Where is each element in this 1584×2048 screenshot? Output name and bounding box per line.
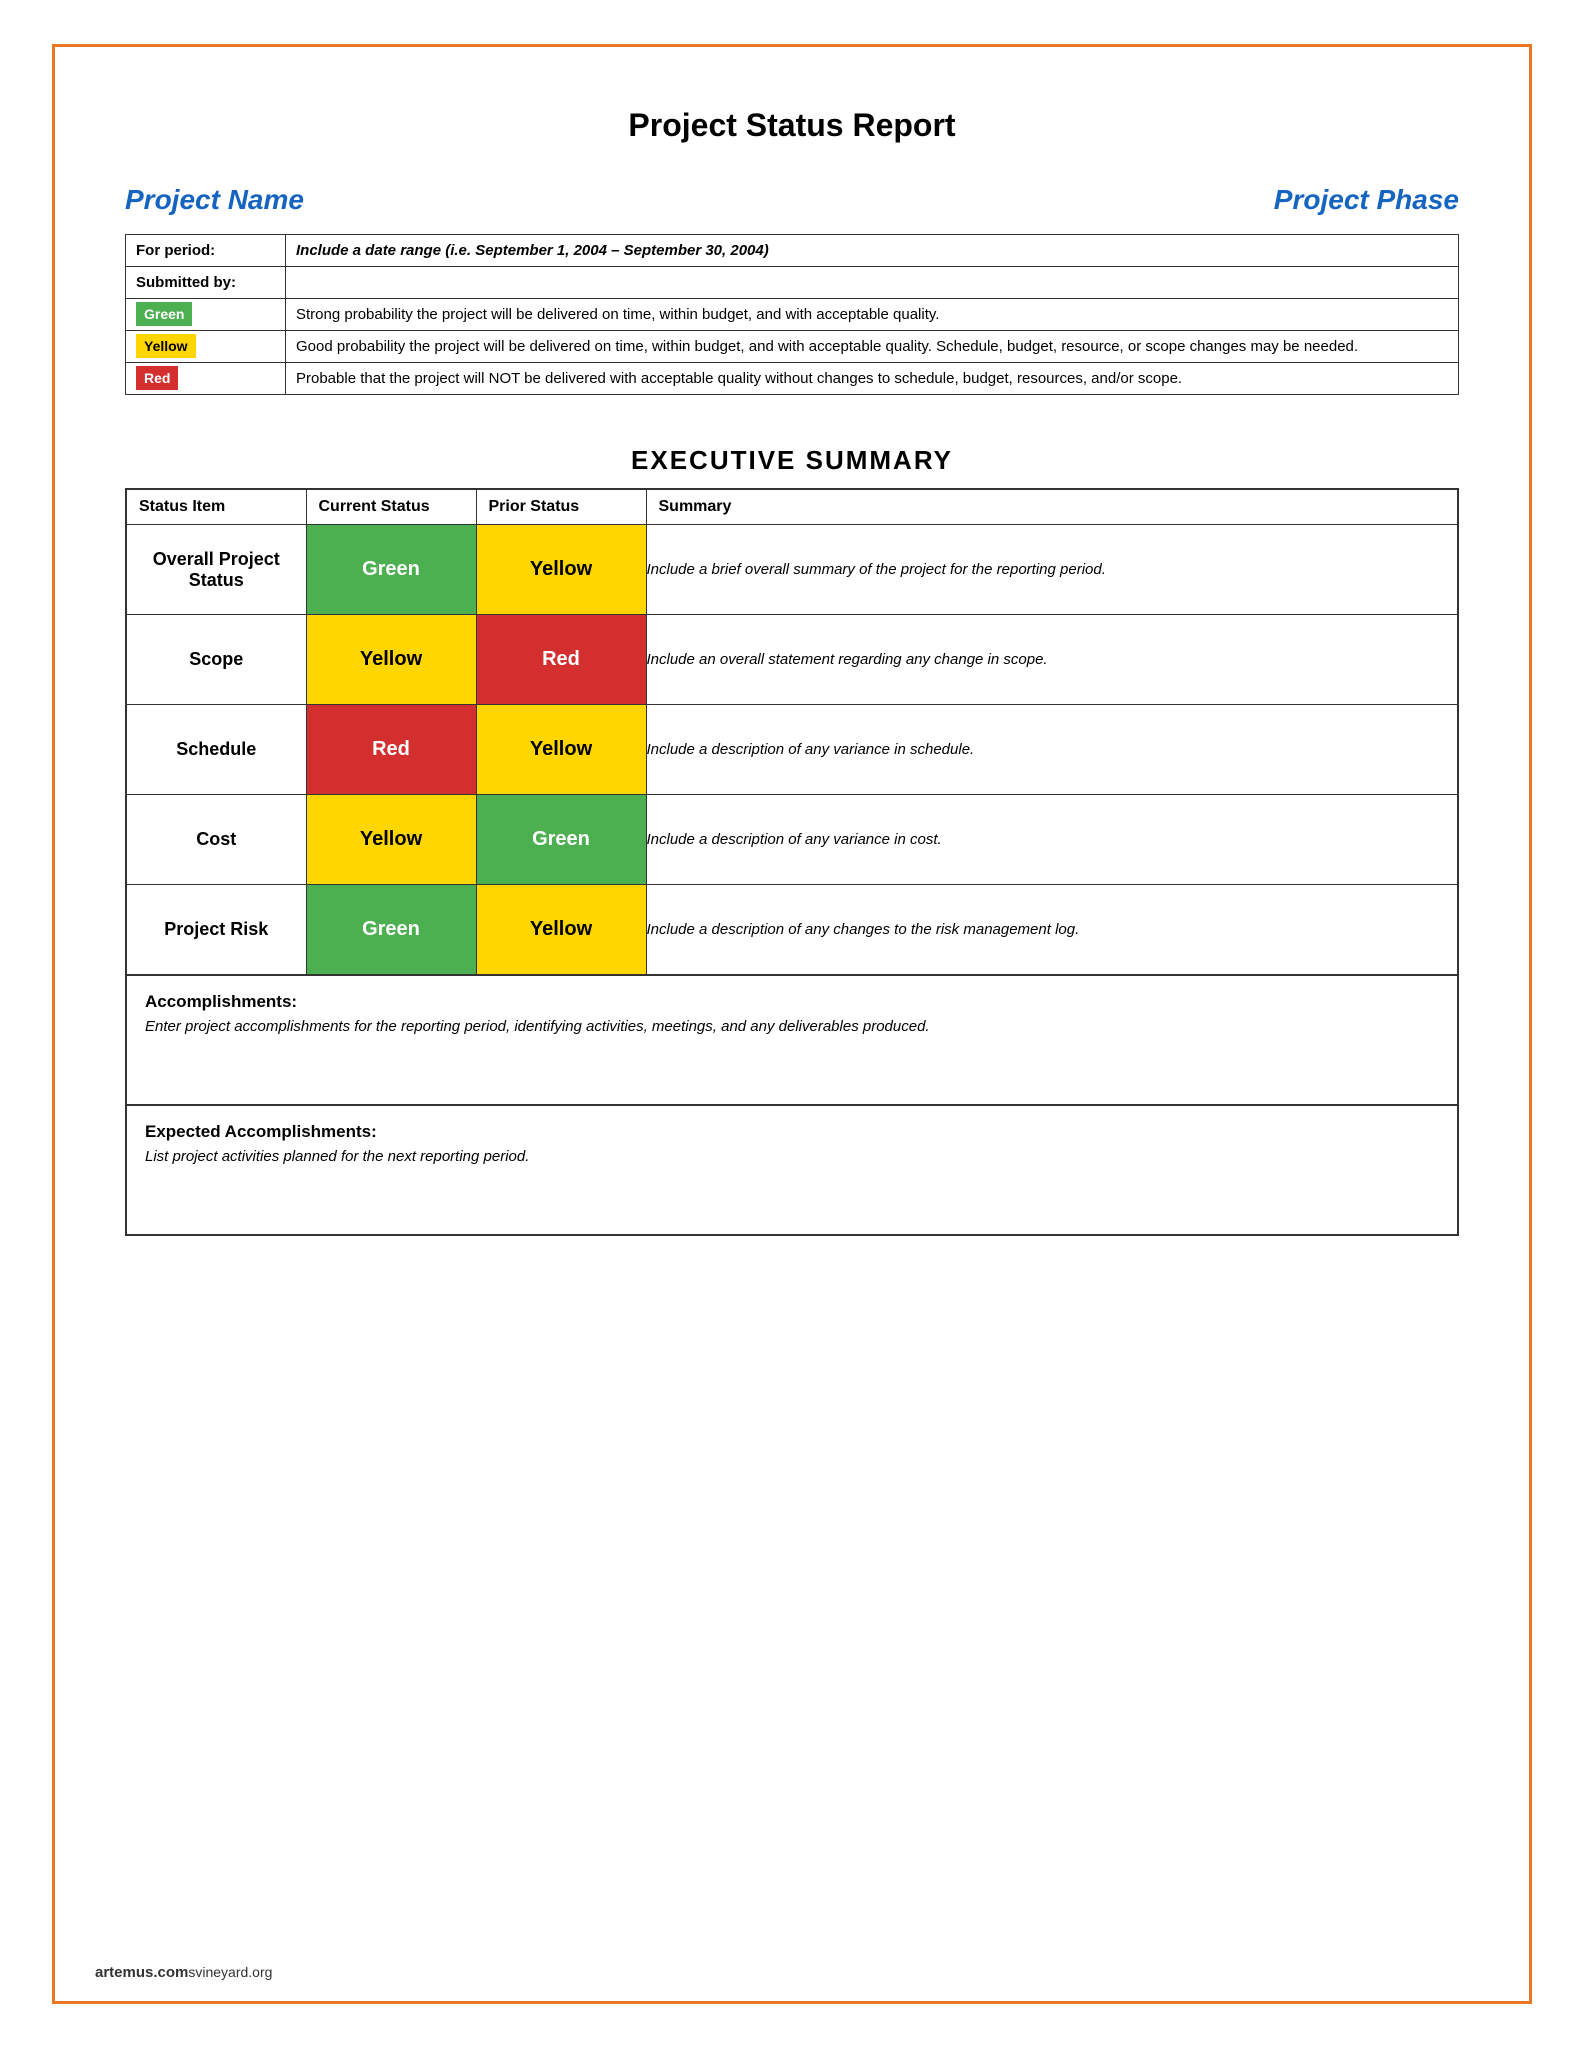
legend-green-cell: Green — [126, 299, 286, 331]
legend-yellow-row: Yellow Good probability the project will… — [126, 331, 1459, 363]
red-badge: Red — [136, 366, 178, 390]
item-overall-project-status: Overall ProjectStatus — [126, 525, 306, 615]
row-overall-project-status: Overall ProjectStatus Green Yellow Inclu… — [126, 525, 1458, 615]
prior-risk-label: Yellow — [530, 918, 592, 940]
expected-section: Expected Accomplishments: List project a… — [125, 1106, 1459, 1236]
col-status-item: Status Item — [126, 489, 306, 525]
prior-schedule-label: Yellow — [530, 738, 592, 760]
prior-scope: Red — [476, 615, 646, 705]
prior-cost-label: Green — [532, 828, 590, 850]
submitted-label: Submitted by: — [126, 267, 286, 299]
expected-body: List project activities planned for the … — [145, 1148, 1439, 1165]
exec-header-row: Status Item Current Status Prior Status … — [126, 489, 1458, 525]
accomplishments-section: Accomplishments: Enter project accomplis… — [125, 976, 1459, 1106]
item-cost: Cost — [126, 795, 306, 885]
exec-summary-table: Status Item Current Status Prior Status … — [125, 488, 1459, 976]
row-project-risk: Project Risk Green Yellow Include a desc… — [126, 885, 1458, 975]
item-schedule: Schedule — [126, 705, 306, 795]
prior-scope-label: Red — [542, 648, 580, 670]
item-scope: Scope — [126, 615, 306, 705]
summary-schedule: Include a description of any variance in… — [646, 705, 1458, 795]
exec-summary-title: EXECUTIVE SUMMARY — [125, 445, 1459, 476]
col-summary: Summary — [646, 489, 1458, 525]
prior-risk: Yellow — [476, 885, 646, 975]
current-overall: Green — [306, 525, 476, 615]
yellow-badge: Yellow — [136, 334, 196, 358]
project-name-label: Project Name — [125, 184, 304, 216]
summary-overall: Include a brief overall summary of the p… — [646, 525, 1458, 615]
footer-extra: svineyard.org — [188, 1964, 272, 1980]
prior-overall: Yellow — [476, 525, 646, 615]
prior-overall-label: Yellow — [530, 558, 592, 580]
footer-site: artemus.com — [95, 1964, 188, 1981]
summary-scope: Include an overall statement regarding a… — [646, 615, 1458, 705]
prior-cost: Green — [476, 795, 646, 885]
legend-yellow-cell: Yellow — [126, 331, 286, 363]
legend-red-row: Red Probable that the project will NOT b… — [126, 363, 1459, 395]
summary-cost: Include a description of any variance in… — [646, 795, 1458, 885]
current-schedule-label: Red — [372, 738, 410, 760]
legend-table: For period: Include a date range (i.e. S… — [125, 234, 1459, 395]
expected-title: Expected Accomplishments: — [145, 1122, 1439, 1142]
submitted-value — [286, 267, 1459, 299]
period-label: For period: — [126, 235, 286, 267]
row-cost: Cost Yellow Green Include a description … — [126, 795, 1458, 885]
page-wrapper: Project Status Report Project Name Proje… — [52, 44, 1532, 2004]
accomplishments-body: Enter project accomplishments for the re… — [145, 1018, 1439, 1035]
current-scope-label: Yellow — [360, 648, 422, 670]
item-project-risk: Project Risk — [126, 885, 306, 975]
legend-red-cell: Red — [126, 363, 286, 395]
col-prior-status: Prior Status — [476, 489, 646, 525]
current-overall-label: Green — [362, 558, 420, 580]
legend-red-desc: Probable that the project will NOT be de… — [286, 363, 1459, 395]
footer-text: artemus.comsvineyard.org — [95, 1964, 272, 1981]
current-cost: Yellow — [306, 795, 476, 885]
accomplishments-title: Accomplishments: — [145, 992, 1439, 1012]
current-cost-label: Yellow — [360, 828, 422, 850]
row-scope: Scope Yellow Red Include an overall stat… — [126, 615, 1458, 705]
current-risk-label: Green — [362, 918, 420, 940]
col-current-status: Current Status — [306, 489, 476, 525]
summary-risk: Include a description of any changes to … — [646, 885, 1458, 975]
current-risk: Green — [306, 885, 476, 975]
page-title: Project Status Report — [125, 107, 1459, 144]
period-row: For period: Include a date range (i.e. S… — [126, 235, 1459, 267]
prior-schedule: Yellow — [476, 705, 646, 795]
period-value: Include a date range (i.e. September 1, … — [286, 235, 1459, 267]
legend-yellow-desc: Good probability the project will be del… — [286, 331, 1459, 363]
legend-green-desc: Strong probability the project will be d… — [286, 299, 1459, 331]
current-schedule: Red — [306, 705, 476, 795]
current-scope: Yellow — [306, 615, 476, 705]
green-badge: Green — [136, 302, 192, 326]
submitted-row: Submitted by: — [126, 267, 1459, 299]
row-schedule: Schedule Red Yellow Include a descriptio… — [126, 705, 1458, 795]
project-phase-label: Project Phase — [1274, 184, 1459, 216]
project-meta: Project Name Project Phase — [125, 184, 1459, 216]
legend-green-row: Green Strong probability the project wil… — [126, 299, 1459, 331]
